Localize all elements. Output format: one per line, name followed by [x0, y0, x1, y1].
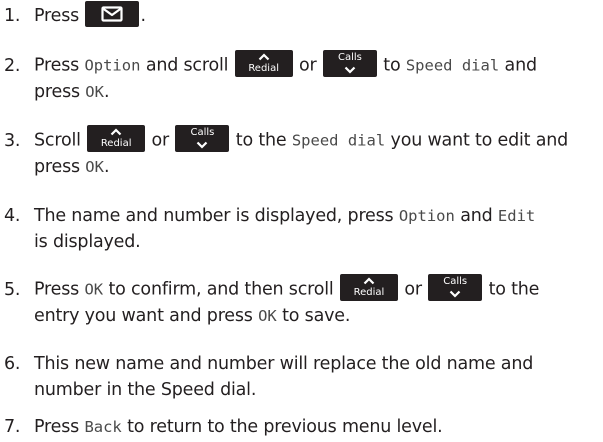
step-number: 6.	[4, 354, 21, 374]
display-text-edit: Edit	[497, 207, 536, 225]
envelope-icon	[101, 6, 124, 22]
calls-label: Calls	[190, 127, 215, 138]
step-text: Scroll	[34, 130, 81, 151]
chevron-down-icon	[344, 66, 356, 74]
step-number: 4.	[4, 206, 21, 226]
step-continuation: press OK.	[4, 154, 600, 180]
chevron-down-icon	[197, 141, 208, 149]
redial-label: Redial	[100, 138, 132, 149]
redial-up-key: Redial	[87, 125, 146, 152]
step-text: press	[34, 82, 80, 102]
display-text-back: Back	[84, 418, 122, 436]
chevron-up-icon	[258, 53, 269, 61]
step-text: number in the Speed dial.	[34, 380, 257, 400]
step-number: 1.	[4, 6, 21, 26]
chevron-up-icon	[363, 277, 375, 285]
message-key	[85, 1, 140, 27]
redial-up-key: Redial	[339, 274, 398, 301]
step-1: 1. Press .	[4, 1, 600, 29]
step-text: and scroll	[145, 55, 229, 76]
step-2: 2. Press Option and scroll Redial or Call…	[4, 50, 600, 105]
step-text: The name and number is displayed, press	[34, 206, 394, 226]
redial-up-key: Redial	[234, 50, 293, 77]
step-text: .	[103, 157, 110, 177]
step-text: entry you want and press	[34, 306, 253, 326]
chevron-up-icon	[110, 128, 122, 136]
step-text: and	[460, 206, 493, 226]
step-number: 5.	[4, 279, 21, 300]
step-4: 4. The name and number is displayed, pres…	[4, 203, 600, 255]
step-text: is displayed.	[34, 232, 141, 252]
step-5: 5. Press OK to confirm, and then scroll R…	[4, 274, 600, 329]
step-text: Press	[34, 55, 80, 76]
display-text-ok: OK	[84, 280, 104, 299]
display-text-speed-dial: Speed dial	[405, 56, 500, 75]
calls-down-key: Calls	[428, 274, 483, 301]
step-text: or	[404, 279, 422, 300]
step-text: or	[151, 130, 170, 151]
step-continuation: press OK.	[4, 79, 600, 105]
step-text: or	[299, 55, 317, 76]
step-7: 7. Press Back to return to the previous m…	[4, 414, 600, 440]
step-text: to the	[488, 279, 540, 300]
redial-label: Redial	[248, 63, 279, 74]
step-text: you want to edit and	[390, 130, 569, 151]
display-text-ok: OK	[85, 83, 104, 101]
step-text: to return to the previous menu level.	[127, 417, 443, 437]
calls-label: Calls	[443, 276, 468, 287]
step-text: .	[103, 82, 110, 102]
step-text: Press	[34, 279, 80, 300]
step-text: to the	[235, 130, 287, 151]
display-text-speed-dial: Speed dial	[291, 131, 386, 150]
step-text: to	[383, 55, 401, 76]
step-text: to save.	[282, 306, 351, 326]
display-text-option: Option	[398, 207, 455, 225]
step-text: to confirm, and then scroll	[108, 279, 334, 300]
step-number: 7.	[4, 417, 21, 437]
display-text-option: Option	[84, 56, 141, 75]
step-text: press	[34, 157, 80, 177]
display-text-ok: OK	[85, 158, 104, 176]
step-number: 3.	[4, 130, 21, 151]
display-text-ok: OK	[258, 307, 277, 325]
step-6: 6. This new name and number will replace …	[4, 351, 600, 403]
step-text: .	[140, 6, 146, 26]
step-number: 2.	[4, 55, 21, 76]
step-3: 3. Scroll Redial or Calls to the Speed di…	[4, 125, 600, 180]
step-continuation: number in the Speed dial.	[4, 377, 600, 403]
chevron-down-icon	[449, 290, 461, 298]
calls-down-key: Calls	[322, 50, 377, 77]
step-text: Press	[34, 417, 80, 437]
calls-label: Calls	[337, 52, 362, 63]
step-continuation: entry you want and press OK to save.	[4, 303, 600, 329]
step-text: This new name and number will replace th…	[34, 354, 534, 374]
step-continuation: is displayed.	[4, 229, 600, 255]
step-text: Press	[34, 6, 80, 26]
calls-down-key: Calls	[175, 125, 230, 152]
step-text: and	[504, 55, 538, 76]
redial-label: Redial	[353, 287, 385, 298]
